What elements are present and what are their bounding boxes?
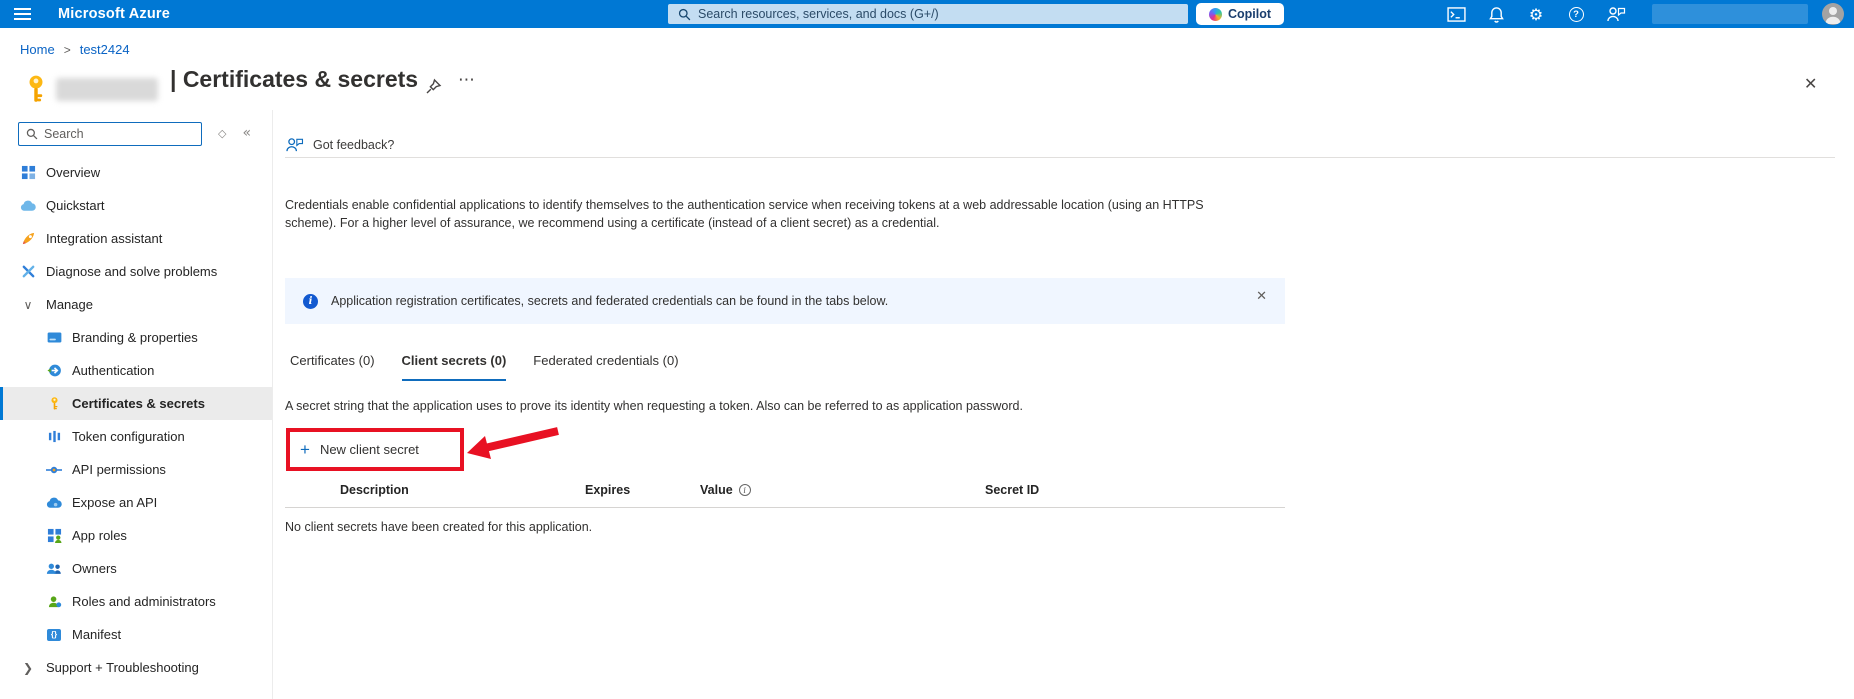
key-icon [22,74,50,104]
azure-brand: Microsoft Azure [58,6,170,22]
info-banner: i Application registration certificates,… [285,278,1285,324]
copilot-label: Copilot [1228,7,1271,21]
help-icon: ? [1569,7,1584,22]
feedback-button[interactable] [1596,0,1636,28]
column-expires: Expires [585,483,630,497]
manifest-icon: {} [46,627,62,643]
sidebar-item-owners[interactable]: Owners [0,552,272,585]
tab-certificates[interactable]: Certificates (0) [290,353,375,381]
sidebar-item-expose-api[interactable]: Expose an API [0,486,272,519]
api-permissions-icon [46,462,62,478]
global-search-input[interactable] [698,7,1138,21]
chevron-down-icon: ∨ [20,297,36,313]
value-info-icon[interactable]: i [739,484,751,496]
sidebar-search-input[interactable] [44,127,184,141]
settings-button[interactable]: ⚙ [1516,0,1556,28]
avatar[interactable] [1822,3,1844,25]
banner-close-button[interactable]: ✕ [1256,289,1267,304]
branding-icon [46,330,62,346]
global-search[interactable] [668,4,1188,24]
search-icon [678,8,691,21]
tab-federated-credentials[interactable]: Federated credentials (0) [533,353,678,381]
close-icon: ✕ [1804,74,1817,93]
got-feedback-label: Got feedback? [313,138,394,152]
notifications-button[interactable] [1476,0,1516,28]
sidebar-item-certificates-secrets[interactable]: Certificates & secrets [0,387,272,420]
breadcrumb-home-link[interactable]: Home [20,42,55,57]
breadcrumb-current-link[interactable]: test2424 [80,42,130,57]
bell-icon [1489,6,1504,23]
integration-assistant-icon [20,231,36,247]
sidebar-search[interactable] [18,122,202,146]
pin-button[interactable] [424,78,442,101]
help-button[interactable]: ? [1556,0,1596,28]
overview-icon [20,165,36,181]
sidebar-item-token-configuration[interactable]: Token configuration [0,420,272,453]
column-secret-id: Secret ID [985,483,1039,497]
cloud-shell-icon [1447,7,1466,22]
token-configuration-icon [46,429,62,445]
sidebar-item-overview[interactable]: Overview [0,156,272,189]
collapse-sidebar-button[interactable]: « [242,125,251,141]
sidebar-group-support[interactable]: ❯ Support + Troubleshooting [0,651,272,684]
table-header: Description Expires Value i Secret ID [285,478,1285,508]
sidebar: ◇ « Overview Quickstart Integration assi… [0,110,273,699]
more-options-button[interactable]: ⋯ [458,70,476,90]
credentials-description: Credentials enable confidential applicat… [285,196,1245,232]
page-title: | Certificates & secrets [170,66,418,93]
client-secret-description: A secret string that the application use… [285,399,1023,413]
diagnose-icon [20,264,36,280]
expose-api-icon [46,495,62,511]
feedback-icon [1606,6,1626,22]
breadcrumb-separator: > [64,43,71,57]
sidebar-item-roles-administrators[interactable]: Roles and administrators [0,585,272,618]
search-icon [26,128,38,140]
app-roles-icon [46,528,62,544]
info-icon: i [303,294,318,309]
app-name-redacted [56,78,158,101]
copilot-icon [1209,8,1222,21]
info-banner-text: Application registration certificates, s… [331,294,888,308]
got-feedback-button[interactable]: Got feedback? [285,137,394,152]
ellipsis-icon: ⋯ [458,70,476,90]
sidebar-item-manifest[interactable]: {} Manifest [0,618,272,651]
feedback-icon [285,137,304,152]
column-value: Value i [700,483,751,497]
sidebar-item-api-permissions[interactable]: API permissions [0,453,272,486]
roles-administrators-icon [46,594,62,610]
column-description: Description [340,483,409,497]
topbar: Microsoft Azure Copilot ⚙ [0,0,1854,28]
new-client-secret-button[interactable]: + New client secret [300,439,419,459]
chevron-right-icon: ❯ [20,660,36,676]
new-client-secret-label: New client secret [320,442,419,457]
owners-icon [46,561,62,577]
sidebar-item-authentication[interactable]: Authentication [0,354,272,387]
hamburger-icon[interactable] [14,8,31,23]
sidebar-item-diagnose[interactable]: Diagnose and solve problems [0,255,272,288]
sidebar-item-integration-assistant[interactable]: Integration assistant [0,222,272,255]
breadcrumb: Home > test2424 [20,42,130,57]
sidebar-group-manage[interactable]: ∨ Manage [0,288,272,321]
tab-bar: Certificates (0) Client secrets (0) Fede… [290,353,679,381]
quickstart-icon [20,198,36,214]
tab-client-secrets[interactable]: Client secrets (0) [402,353,507,381]
cloud-shell-button[interactable] [1436,0,1476,28]
main-content: Got feedback? Credentials enable confide… [273,110,1854,699]
annotation-arrow [463,422,568,467]
sidebar-item-quickstart[interactable]: Quickstart [0,189,272,222]
sidebar-item-app-roles[interactable]: App roles [0,519,272,552]
diamond-icon[interactable]: ◇ [218,127,226,140]
key-icon [46,396,62,412]
pin-icon [424,78,442,96]
copilot-button[interactable]: Copilot [1196,3,1284,25]
gear-icon: ⚙ [1529,5,1543,24]
authentication-icon [46,363,62,379]
close-page-button[interactable]: ✕ [1804,74,1817,93]
empty-state-text: No client secrets have been created for … [285,520,592,534]
plus-icon: + [300,441,310,458]
sidebar-item-branding[interactable]: Branding & properties [0,321,272,354]
account-info-blur [1652,4,1808,24]
command-bar: Got feedback? [285,132,1835,158]
